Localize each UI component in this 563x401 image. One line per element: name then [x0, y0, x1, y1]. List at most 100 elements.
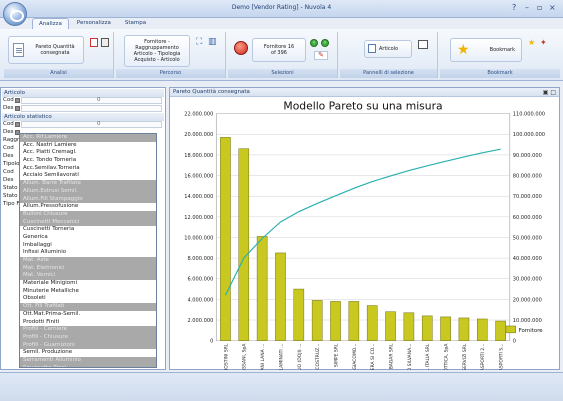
- list-item[interactable]: Allum.Fili Stampaggio: [20, 195, 156, 204]
- group-label-selezioni: Selezioni: [228, 69, 337, 78]
- y-right-tick-label: 10.000.000: [513, 318, 542, 324]
- list-item[interactable]: Acc. Rif.Lamiere: [20, 134, 156, 142]
- list-item[interactable]: Cuscinetti Torneria: [20, 226, 156, 234]
- hierarchy-icon[interactable]: ⛶: [196, 38, 202, 47]
- list-item[interactable]: Semil. Produzione: [20, 349, 156, 357]
- x-tick-label: AUTOTRASPORTI S...: [499, 344, 505, 370]
- pdf-icon[interactable]: [90, 38, 98, 47]
- x-tick-label: PRIMAVERA SI CO...: [370, 344, 376, 370]
- search-icon[interactable]: [15, 106, 20, 111]
- bar: [440, 316, 451, 341]
- list-item[interactable]: Profili - Chiusure: [20, 333, 156, 342]
- x-tick-label: ALESSA COSTRUZ...: [315, 344, 321, 370]
- list-item[interactable]: Obsoleti: [20, 295, 156, 303]
- list-item[interactable]: Acc. Piatti Cremagl.: [20, 149, 156, 157]
- articolo-des-field[interactable]: [21, 105, 162, 112]
- legend-label: Fornitore: [519, 328, 544, 334]
- raggruppamento-listbox[interactable]: Acc. Rif.Lamiere Acc. Nastri Lamiere Acc. …: [19, 133, 157, 368]
- x-tick-label: EXPORT LAMINATI ...: [278, 344, 284, 370]
- maximize-chart-icon[interactable]: □: [550, 89, 556, 96]
- y-right-tick-label: 110.000.000: [513, 112, 545, 118]
- list-item[interactable]: Cuscinetti Meccanici: [20, 218, 156, 227]
- list-item[interactable]: Serramenti Alluminio: [20, 356, 156, 365]
- statistico-des-label: Des: [3, 129, 14, 135]
- statistico-cod-row[interactable]: Cod 0: [2, 121, 164, 128]
- x-tick-label: BATTAGLIO (DOJI) ...: [297, 344, 303, 370]
- y-right-tick-label: 50.000.000: [513, 235, 542, 241]
- x-tick-label: BAGAR SRL: [389, 343, 395, 369]
- articolo-cod-label: Cod: [3, 97, 14, 103]
- y-right-tick-label: 60.000.000: [513, 215, 542, 221]
- add-bookmark-icon[interactable]: ★: [528, 39, 535, 47]
- minimize-button[interactable]: –: [525, 3, 529, 12]
- maximize-button[interactable]: ▫: [537, 3, 542, 12]
- list-item[interactable]: Allum. Barre Trafilate: [20, 180, 156, 188]
- y-left-tick-label: 16.000.000: [184, 174, 213, 180]
- close-button[interactable]: ×: [549, 3, 556, 12]
- bar-chart-icon[interactable]: ▥: [208, 38, 217, 47]
- list-item[interactable]: Profili - Guarnizioni: [20, 341, 156, 350]
- panel-options-icon[interactable]: [418, 40, 428, 49]
- list-item[interactable]: Ott.Mat.Prima-Semil.: [20, 311, 156, 319]
- field-label: Raggr: [3, 137, 20, 143]
- list-item[interactable]: Bulloni Chiusure: [20, 210, 156, 219]
- y-right-tick-label: 0: [513, 339, 516, 345]
- list-item[interactable]: Profili - Cerniere: [20, 326, 156, 334]
- print-icon[interactable]: [101, 38, 109, 47]
- delete-bookmark-icon[interactable]: ✦: [540, 39, 547, 47]
- list-item[interactable]: Generica: [20, 234, 156, 242]
- y-left-tick-label: 10.000.000: [184, 235, 213, 241]
- articolo-cod-field[interactable]: [21, 97, 162, 104]
- group-label-percorso: Percorso: [116, 69, 225, 78]
- list-item[interactable]: Imballaggi: [20, 242, 156, 250]
- list-item[interactable]: Spugnette Pieni: [20, 364, 156, 367]
- fornitore-selection-button[interactable]: Fornitore 16 of 396: [252, 38, 306, 62]
- group-selezioni: Fornitore 16 of 396 ‹ › ✎ Selezioni: [228, 32, 338, 78]
- ribbon: Pareto Quantità consegnata Analisi Forni…: [0, 29, 563, 81]
- window-title: Demo [Vendor Rating] - Nuvola 4: [231, 4, 332, 11]
- list-item[interactable]: Minuterie Metalliche: [20, 288, 156, 296]
- list-item[interactable]: Infissi Alluminio: [20, 249, 156, 257]
- list-item[interactable]: Allum.Estrusi Semil.: [20, 187, 156, 196]
- y-left-tick-label: 2.000.000: [187, 318, 213, 324]
- list-item[interactable]: Acc.Semilav.Torneria: [20, 165, 156, 173]
- list-item[interactable]: Mat. Vernici: [20, 272, 156, 281]
- field-label: Des: [3, 153, 14, 159]
- group-label-bookmark: Bookmark: [440, 69, 560, 78]
- list-item[interactable]: Ott. Fili Trafilati: [20, 303, 156, 311]
- bookmark-button[interactable]: ★ Bookmark: [450, 38, 522, 62]
- statistico-cod-field[interactable]: [21, 121, 162, 128]
- y-right-tick-label: 100.000.000: [513, 132, 545, 138]
- back-icon[interactable]: ‹: [310, 39, 318, 47]
- forward-icon[interactable]: ›: [321, 39, 329, 47]
- y-right-tick-label: 30.000.000: [513, 277, 542, 283]
- group-label-analisi: Analisi: [4, 69, 113, 78]
- help-icon[interactable]: ?: [512, 3, 516, 12]
- list-item[interactable]: Materiale Minigiomi: [20, 280, 156, 288]
- clear-selection-icon[interactable]: [234, 41, 248, 55]
- bookmark-label: Bookmark: [489, 47, 515, 53]
- bar: [366, 305, 378, 341]
- bar: [238, 148, 250, 341]
- application-orb-icon[interactable]: [3, 2, 27, 26]
- x-tick-label: AGOSTINI SRL: [223, 343, 229, 370]
- export-icon[interactable]: ▣: [543, 89, 549, 96]
- bar: [421, 315, 433, 341]
- list-item[interactable]: Allum.Pressofusione: [20, 203, 156, 211]
- list-item[interactable]: Acciaio Semilavorati: [20, 172, 156, 180]
- list-item[interactable]: Prodotti Finiti: [20, 319, 156, 327]
- search-icon[interactable]: [15, 122, 20, 127]
- list-item[interactable]: Mat. Aste: [20, 257, 156, 265]
- statistico-cod-label: Cod: [3, 121, 14, 127]
- search-icon[interactable]: [15, 98, 20, 103]
- lock-selection-icon[interactable]: ✎: [314, 51, 328, 60]
- list-item[interactable]: Acc. Tondo Torneria: [20, 157, 156, 165]
- bar: [220, 137, 231, 341]
- pareto-analysis-button[interactable]: Pareto Quantità consegnata: [8, 36, 84, 64]
- articolo-cod-row[interactable]: Cod 0: [2, 97, 164, 104]
- drill-path-label: Fornitore - Raggruppamento Articolo - Ti…: [133, 39, 181, 63]
- drill-path-button[interactable]: Fornitore - Raggruppamento Articolo - Ti…: [124, 35, 190, 67]
- articolo-des-row[interactable]: Des: [2, 105, 164, 112]
- list-item[interactable]: Acc. Nastri Lamiere: [20, 142, 156, 150]
- list-item[interactable]: Mat. Elettronici: [20, 264, 156, 273]
